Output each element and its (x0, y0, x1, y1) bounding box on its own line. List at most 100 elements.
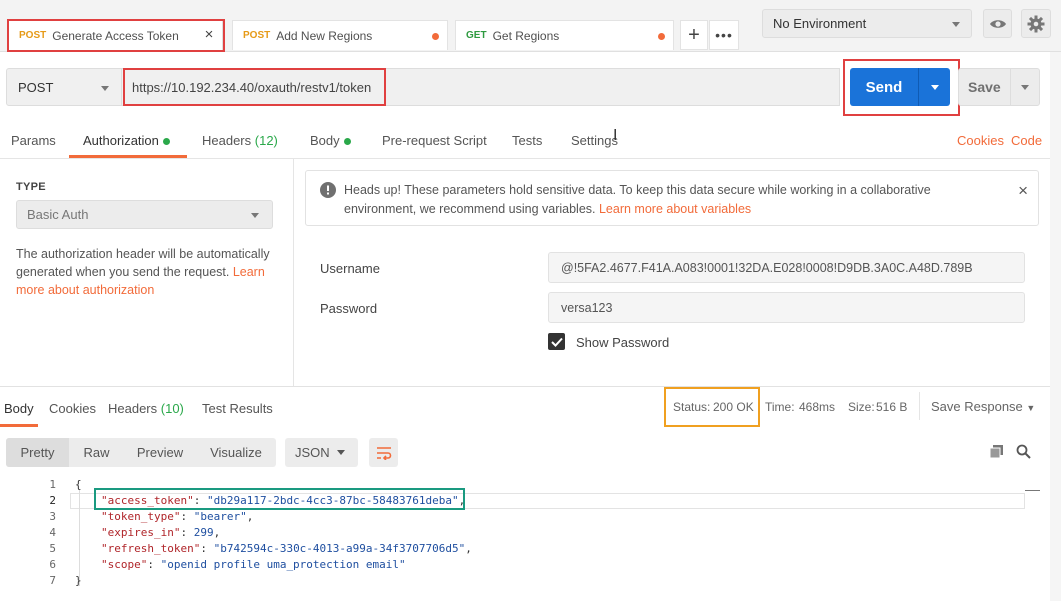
password-value: versa123 (561, 300, 613, 315)
save-response-label: Save Response (931, 399, 1023, 414)
text-cursor-icon: I (613, 127, 618, 144)
chevron-down-icon (337, 450, 345, 455)
json-end: , (246, 510, 254, 523)
more-tabs-icon[interactable]: ••• (709, 20, 739, 50)
json-key: "scope" (101, 558, 148, 571)
environment-value: No Environment (773, 16, 867, 31)
tab-method: POST (243, 30, 271, 41)
size-value: 516 B (876, 400, 908, 414)
code-line: 7 } (0, 574, 1050, 590)
line-number: 1 (49, 478, 56, 491)
response-tab-body[interactable]: Body (4, 401, 34, 416)
highlight-access-token (94, 488, 465, 510)
line-number: 6 (49, 558, 56, 571)
json-sep: : (147, 558, 161, 571)
copy-response-button[interactable] (986, 441, 1006, 461)
line-number: 4 (49, 526, 56, 539)
tab-get-regions[interactable]: GET Get Regions (455, 20, 674, 50)
tab-settings[interactable]: Settings (571, 133, 618, 148)
tab-label: Add New Regions (276, 28, 373, 43)
tab-tests[interactable]: Tests (512, 133, 542, 148)
search-icon (1016, 444, 1031, 459)
json-value: "bearer" (193, 510, 247, 523)
scrollbar[interactable] (1050, 52, 1061, 601)
response-headers-label: Headers (108, 401, 158, 416)
password-field[interactable]: versa123 (548, 292, 1025, 323)
username-value: @!5FA2.4677.F41A.A083!0001!32DA.E028!000… (561, 260, 973, 275)
view-preview[interactable]: Preview (124, 438, 196, 467)
code-text: "token_type": "bearer", (101, 510, 253, 523)
show-password-checkbox[interactable] (548, 333, 565, 350)
response-tab-headers[interactable]: Headers (10) (108, 401, 184, 416)
chevron-down-icon (1020, 85, 1029, 90)
show-password-label: Show Password (576, 335, 670, 350)
learn-more-variables-link[interactable]: Learn more about variables (599, 202, 751, 216)
tab-pre-request-script[interactable]: Pre-request Script (382, 133, 487, 148)
wrap-lines-button[interactable] (369, 438, 398, 467)
line-number: 3 (49, 510, 56, 523)
chevron-down-icon (952, 22, 960, 27)
view-pretty[interactable]: Pretty (6, 438, 69, 467)
new-tab-plus-icon[interactable]: + (680, 20, 708, 50)
json-sep: : (180, 526, 194, 539)
code-line: 5 "refresh_token": "b742594c-330c-4013-a… (0, 542, 1050, 558)
copy-icon (989, 444, 1003, 458)
code-line: 6 "scope": "openid profile uma_protectio… (0, 558, 1050, 574)
status-dot-icon (162, 138, 170, 146)
alert-text: Heads up! These parameters hold sensitiv… (344, 181, 984, 219)
save-response-button[interactable]: Save Response ▼ (931, 399, 1035, 414)
cookies-link[interactable]: Cookies (957, 133, 1004, 148)
highlight-active-tab (7, 19, 225, 52)
view-raw[interactable]: Raw (69, 438, 124, 467)
save-button[interactable]: Save (958, 68, 1040, 106)
tab-body-label: Body (310, 133, 340, 148)
line-number: 2 (49, 494, 56, 507)
json-key: "expires_in" (101, 526, 181, 539)
close-alert-icon[interactable]: × (1018, 181, 1028, 201)
sensitive-data-alert: Heads up! These parameters hold sensitiv… (305, 170, 1039, 226)
save-options-button[interactable] (1011, 68, 1039, 106)
auth-type-value: Basic Auth (27, 207, 89, 222)
code-text: "expires_in": 299, (101, 526, 220, 539)
highlight-send (843, 59, 960, 116)
environment-quick-look-button[interactable] (983, 9, 1012, 38)
json-end: , (213, 526, 221, 539)
format-value: JSON (295, 445, 330, 460)
format-select[interactable]: JSON (285, 438, 358, 467)
search-response-button[interactable] (1013, 441, 1033, 461)
save-label: Save (968, 79, 1001, 95)
unsaved-dot-icon (432, 33, 439, 40)
settings-button[interactable] (1021, 9, 1051, 38)
response-tab-test-results[interactable]: Test Results (202, 401, 273, 416)
response-body-code[interactable]: 1 { 2 "access_token": "db29a117-2bdc-4cc… (0, 476, 1050, 601)
tab-headers-label: Headers (202, 133, 252, 148)
tab-params[interactable]: Params (11, 133, 56, 148)
response-tab-cookies[interactable]: Cookies (49, 401, 96, 416)
json-value: "b742594c-330c-4013-a99a-34f3707706d5" (213, 542, 466, 555)
meta-divider (919, 392, 920, 420)
method-select[interactable]: POST (6, 68, 122, 106)
info-icon (320, 182, 336, 198)
tab-add-new-regions[interactable]: POST Add New Regions (232, 20, 448, 50)
line-number: 7 (49, 574, 56, 587)
view-visualize[interactable]: Visualize (196, 438, 276, 467)
chevron-down-icon (101, 86, 109, 91)
code-text: "scope": "openid profile uma_protection … (101, 558, 406, 571)
gear-icon (1027, 15, 1045, 32)
code-line: 3 "token_type": "bearer", (0, 510, 1050, 526)
auth-type-select[interactable]: Basic Auth (16, 200, 273, 229)
environment-select[interactable]: No Environment (762, 9, 972, 38)
username-field[interactable]: @!5FA2.4677.F41A.A083!0001!32DA.E028!000… (548, 252, 1025, 283)
subtab-divider (0, 158, 1050, 159)
wrap-icon (376, 446, 391, 460)
time-label: Time: (765, 400, 795, 414)
tab-headers[interactable]: Headers (12) (202, 133, 278, 148)
line-number: 5 (49, 542, 56, 555)
auth-pane-divider (293, 158, 294, 386)
highlight-status (664, 387, 760, 427)
tab-authorization[interactable]: Authorization (83, 133, 170, 148)
code-line: 4 "expires_in": 299, (0, 526, 1050, 542)
tab-authorization-label: Authorization (83, 133, 159, 148)
code-link[interactable]: Code (1011, 133, 1042, 148)
tab-body[interactable]: Body (310, 133, 351, 148)
